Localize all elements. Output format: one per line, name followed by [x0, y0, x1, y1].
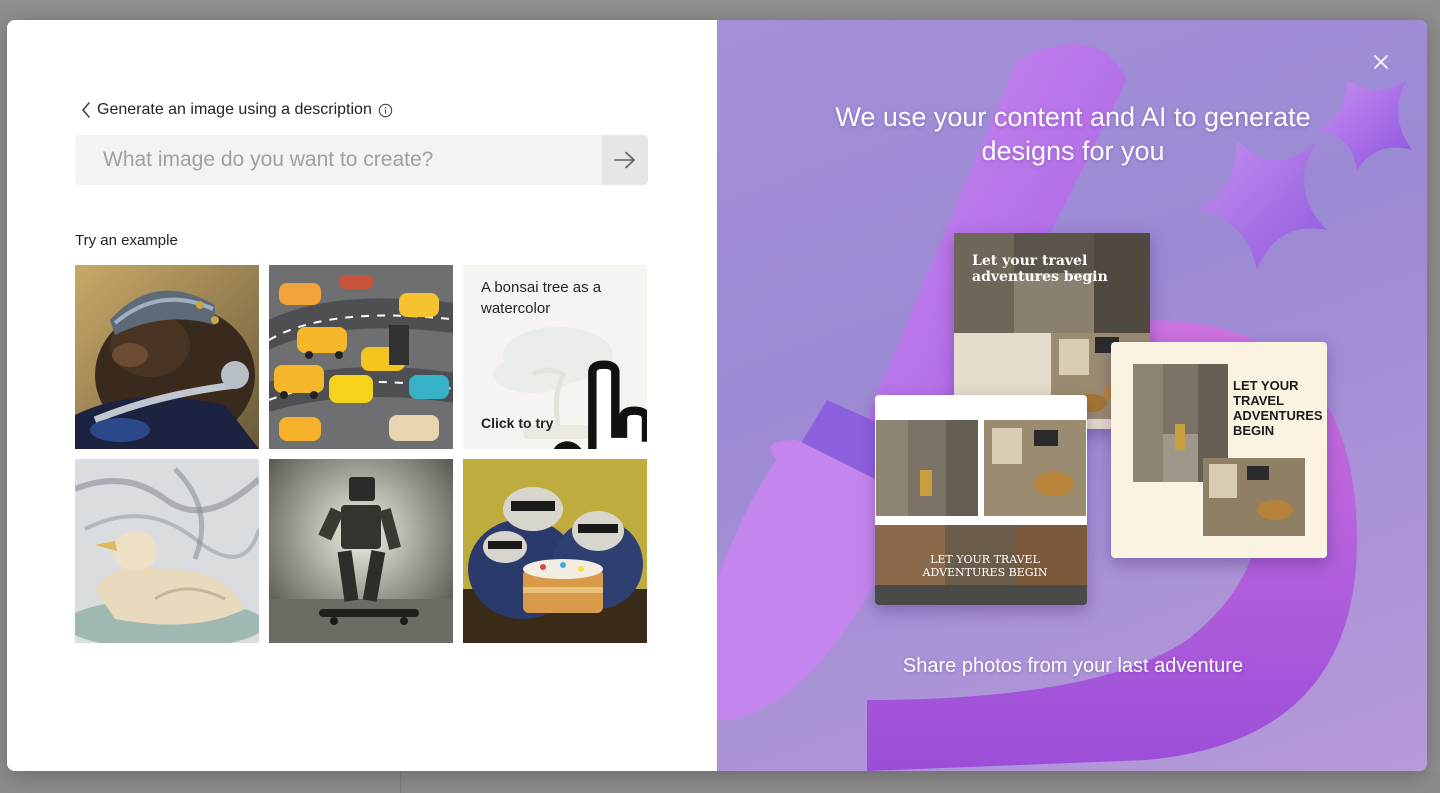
- arrow-right-icon: [614, 151, 635, 169]
- card-c-title: LET YOUR TRAVEL ADVENTURES BEGIN: [922, 553, 1048, 579]
- promo-panel: We use your content and AI to generate d…: [717, 20, 1427, 771]
- example-tile-robot[interactable]: [269, 459, 453, 643]
- header: Generate an image using a description: [77, 98, 393, 122]
- promo-title: We use your content and AI to generate d…: [835, 102, 1311, 166]
- prompt-input[interactable]: [75, 135, 602, 185]
- generator-panel: Generate an image using a description Tr…: [7, 20, 717, 771]
- design-card-b: LET YOUR TRAVEL ADVENTURES BEGIN: [1111, 342, 1327, 558]
- image-generator-dialog: Generate an image using a description Tr…: [7, 20, 1427, 771]
- promo-caption: Share photos from your last adventure: [902, 655, 1244, 677]
- felt-cars-image: [269, 265, 453, 449]
- marble-duck-image: [75, 459, 259, 643]
- close-icon: [1374, 55, 1388, 69]
- chevron-left-icon: [82, 102, 90, 118]
- example-tile-bear[interactable]: [75, 265, 259, 449]
- hand-pointer-icon: [553, 360, 647, 449]
- example-tile-cars[interactable]: [269, 265, 453, 449]
- back-button[interactable]: [77, 98, 95, 122]
- flatlay-photo-2: [984, 420, 1086, 516]
- flatlay-photo: [1203, 458, 1305, 536]
- example-tile-raccoons[interactable]: [463, 459, 647, 643]
- alley-photo-2: [876, 420, 978, 516]
- example-caption: A bonsai tree as a watercolor: [481, 279, 602, 317]
- close-button[interactable]: [1369, 50, 1393, 74]
- bear-motorcycle-image: [75, 265, 259, 449]
- submit-button[interactable]: [602, 135, 648, 185]
- raccoons-cake-image: [463, 459, 647, 643]
- example-tile-duck[interactable]: [75, 459, 259, 643]
- backdrop-divider: [400, 771, 401, 793]
- info-icon[interactable]: [378, 103, 393, 118]
- robot-skateboard-image: [269, 459, 453, 643]
- backdrop: [0, 771, 1440, 793]
- page-title: Generate an image using a description: [97, 101, 372, 118]
- design-card-c: LET YOUR TRAVEL ADVENTURES BEGIN: [875, 395, 1087, 605]
- examples-label: Try an example: [75, 232, 178, 249]
- card-b-title: LET YOUR TRAVEL ADVENTURES BEGIN: [1233, 378, 1323, 438]
- prompt-box: [75, 135, 648, 185]
- card-a-title: Let your travel adventures begin: [972, 253, 1108, 285]
- example-tile-bonsai[interactable]: A bonsai tree as a watercolor Click to t…: [463, 265, 647, 449]
- examples-grid: A bonsai tree as a watercolor Click to t…: [75, 265, 649, 644]
